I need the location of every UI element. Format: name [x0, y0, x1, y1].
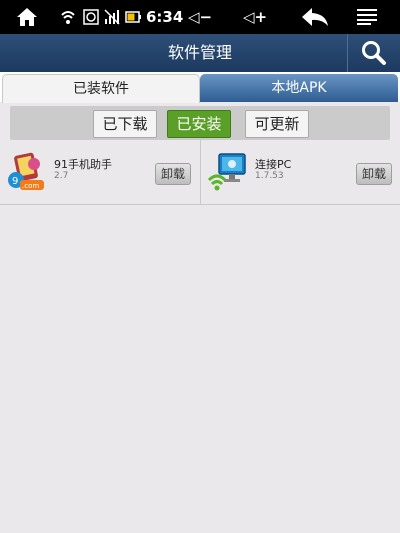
back-icon[interactable] [298, 0, 332, 34]
filter-segmented-control: 已下载 已安装 可更新 [10, 106, 390, 140]
app-91-icon: 9 .com [6, 150, 46, 192]
volume-up-icon[interactable]: ◁+ [243, 0, 267, 34]
wifi-icon [60, 0, 76, 34]
uninstall-button[interactable]: 卸载 [356, 163, 392, 185]
list-item[interactable]: 9 .com 91手机助手 2.7 卸载 [0, 140, 200, 204]
clock: 6:34 [146, 8, 184, 26]
filter-downloaded[interactable]: 已下载 [93, 110, 157, 138]
header-bar: 软件管理 [0, 34, 400, 73]
search-icon [362, 41, 386, 65]
connect-pc-icon [207, 150, 247, 192]
tab-local-apk[interactable]: 本地APK [200, 74, 398, 102]
menu-icon[interactable] [354, 0, 380, 34]
search-button[interactable] [347, 34, 400, 72]
svg-text:9: 9 [12, 176, 18, 187]
volume-down-icon[interactable]: ◁− [188, 0, 212, 34]
app-version: 2.7 [54, 171, 69, 181]
home-icon[interactable] [12, 0, 42, 34]
status-bar: 6:34 ◁− ◁+ [0, 0, 400, 34]
app-version: 1.7.53 [255, 171, 284, 181]
signal-icon [103, 0, 121, 34]
tab-installed-apps[interactable]: 已装软件 [2, 74, 200, 103]
svg-text:.com: .com [22, 182, 39, 190]
uninstall-button[interactable]: 卸载 [155, 163, 191, 185]
app-list: 9 .com 91手机助手 2.7 卸载 连接PC 1.7.53 卸载 [0, 140, 400, 205]
battery-icon [124, 0, 142, 34]
filter-installed[interactable]: 已安装 [167, 110, 231, 138]
sync-icon [82, 0, 100, 34]
filter-updatable[interactable]: 可更新 [245, 110, 309, 138]
list-item[interactable]: 连接PC 1.7.53 卸载 [201, 140, 400, 204]
app-name: 连接PC [255, 158, 292, 171]
tab-bar: 已装软件 本地APK [0, 72, 400, 103]
app-name: 91手机助手 [54, 158, 112, 171]
page-title: 软件管理 [167, 43, 232, 62]
